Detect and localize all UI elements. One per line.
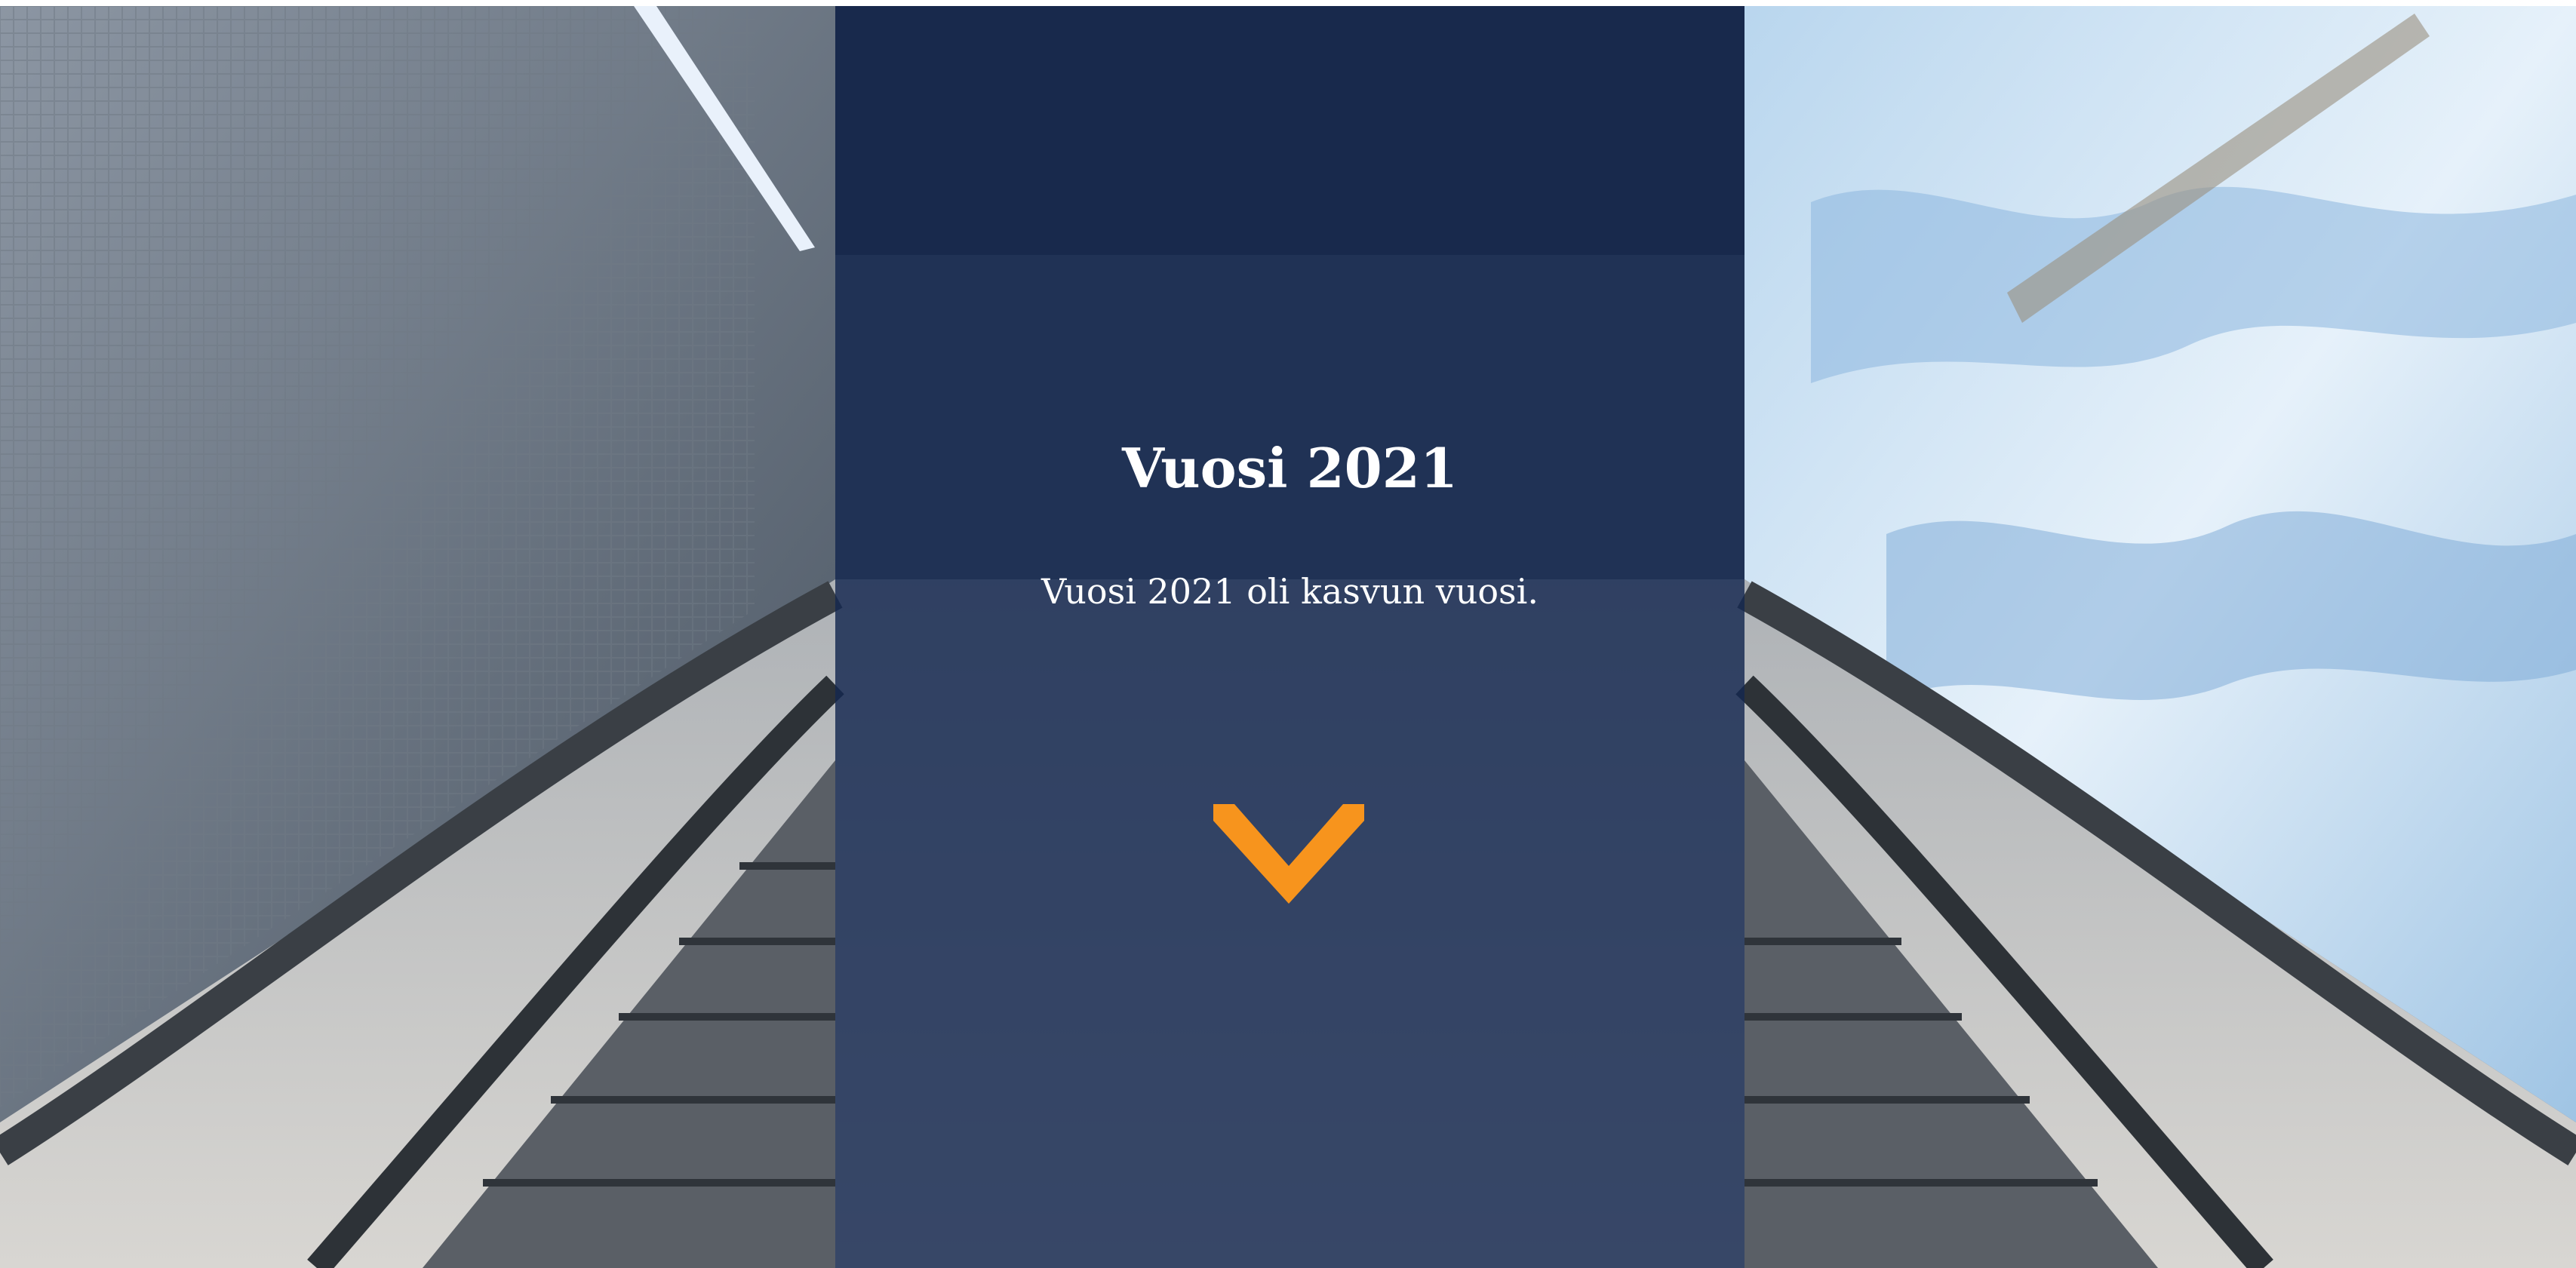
intro-overlay-panel <box>835 6 1744 1268</box>
chevron-down-icon <box>1213 804 1364 904</box>
hero-section: Vuosi 2021 Vuosi 2021 oli kasvun vuosi. <box>0 6 2576 1268</box>
scroll-down-button[interactable] <box>1213 798 1364 911</box>
page-subtitle: Vuosi 2021 oli kasvun vuosi. <box>1041 571 1539 612</box>
page-title: Vuosi 2021 <box>1122 436 1458 500</box>
